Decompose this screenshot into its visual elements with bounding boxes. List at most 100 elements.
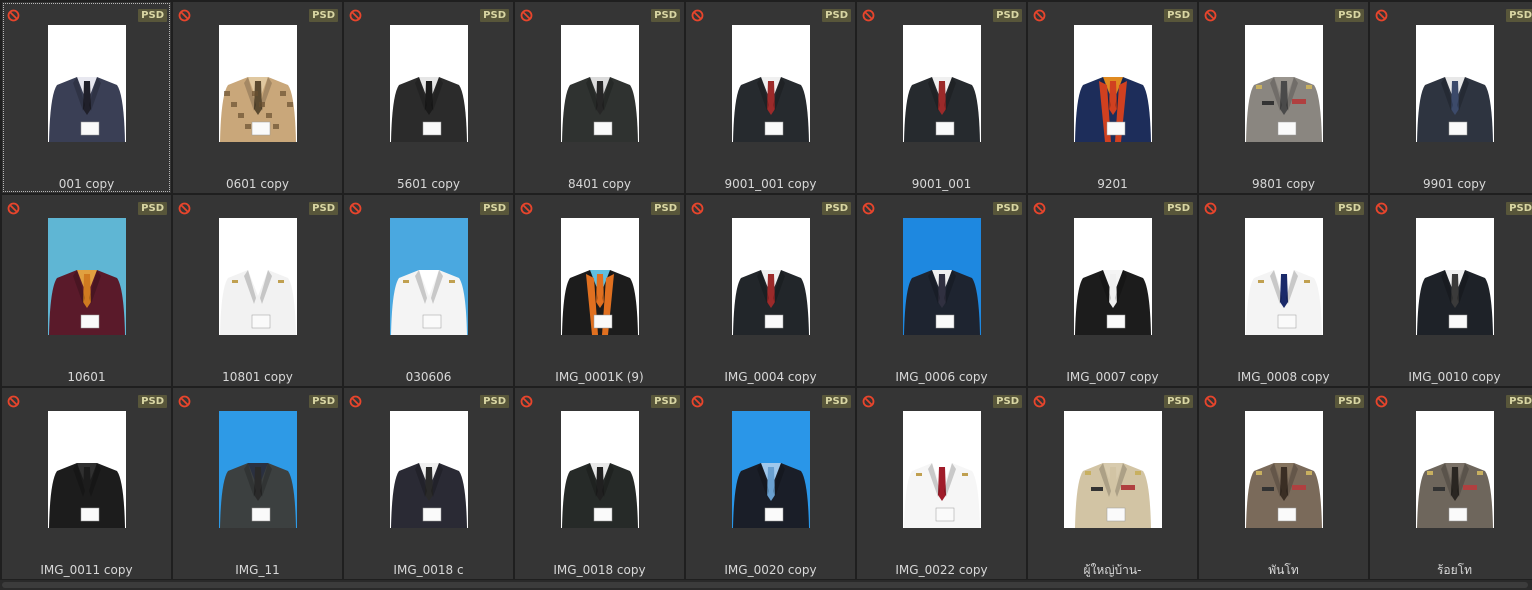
suit-template-image xyxy=(1415,25,1494,142)
thumbnail-image[interactable] xyxy=(560,411,639,528)
suit-template-image xyxy=(389,218,468,335)
thumbnail-image[interactable] xyxy=(389,218,468,335)
no-sync-icon xyxy=(520,9,533,22)
thumbnail-image[interactable] xyxy=(731,25,810,142)
no-sync-icon xyxy=(1204,202,1217,215)
thumbnail-image[interactable] xyxy=(902,25,981,142)
file-type-badge: PSD xyxy=(309,202,338,215)
suit-template-image xyxy=(1244,411,1323,528)
file-type-badge: PSD xyxy=(651,395,680,408)
no-sync-icon xyxy=(862,202,875,215)
file-name-label: IMG_0008 copy xyxy=(1237,370,1330,384)
thumbnail-image[interactable] xyxy=(389,25,468,142)
thumbnail-item[interactable]: PSD 0601 copy xyxy=(173,2,342,193)
thumbnail-item[interactable]: PSD 030606 xyxy=(344,195,513,386)
no-sync-icon xyxy=(862,395,875,408)
thumbnail-image[interactable] xyxy=(1244,218,1323,335)
thumbnail-item[interactable]: PSD 001 copy xyxy=(2,2,171,193)
file-name-label: 8401 copy xyxy=(567,177,631,191)
thumbnail-image[interactable] xyxy=(1415,218,1494,335)
thumbnail-item[interactable]: PSD IMG_0004 copy xyxy=(686,195,855,386)
thumbnail-item[interactable]: PSD พันโท xyxy=(1199,388,1368,579)
thumbnail-item[interactable]: PSD IMG_0001K (9) xyxy=(515,195,684,386)
thumbnail-row: PSD IMG_0011 copy PSD IMG_11 PSD IMG_0018 c PS… xyxy=(0,388,1532,579)
thumbnail-image[interactable] xyxy=(902,218,981,335)
thumbnail-item[interactable]: PSD IMG_0007 copy xyxy=(1028,195,1197,386)
suit-template-image xyxy=(47,411,126,528)
no-sync-icon xyxy=(178,202,191,215)
file-type-badge: PSD xyxy=(480,9,509,22)
file-type-badge: PSD xyxy=(1335,395,1364,408)
thumbnail-item[interactable]: PSD IMG_0011 copy xyxy=(2,388,171,579)
thumbnail-image[interactable] xyxy=(560,218,639,335)
thumbnail-item[interactable]: PSD 9001_001 xyxy=(857,2,1026,193)
thumbnail-item[interactable]: PSD 10801 copy xyxy=(173,195,342,386)
thumbnail-row: PSD 001 copy PSD 0601 copy PSD 5601 copy PSD 84… xyxy=(0,2,1532,193)
thumbnail-image[interactable] xyxy=(1073,218,1152,335)
suit-template-image xyxy=(218,411,297,528)
thumbnail-image[interactable] xyxy=(47,411,126,528)
file-name-label: 9001_001 copy xyxy=(724,177,817,191)
thumbnail-item[interactable]: PSD IMG_0006 copy xyxy=(857,195,1026,386)
thumbnail-item[interactable]: PSD IMG_0018 c xyxy=(344,388,513,579)
thumbnail-grid: PSD 001 copy PSD 0601 copy PSD 5601 copy PSD 84… xyxy=(0,0,1532,580)
thumbnail-image[interactable] xyxy=(218,25,297,142)
thumbnail-item[interactable]: PSD ผู้ใหญ่บ้าน- xyxy=(1028,388,1197,579)
thumbnail-item[interactable]: PSD 10601 xyxy=(2,195,171,386)
thumbnail-image[interactable] xyxy=(218,411,297,528)
suit-template-image xyxy=(1415,411,1494,528)
thumbnail-item[interactable]: PSD 9801 copy xyxy=(1199,2,1368,193)
file-type-badge: PSD xyxy=(1506,395,1532,408)
no-sync-icon xyxy=(862,9,875,22)
thumbnail-image[interactable] xyxy=(560,25,639,142)
file-type-badge: PSD xyxy=(822,202,851,215)
thumbnail-item[interactable]: PSD 5601 copy xyxy=(344,2,513,193)
thumbnail-image[interactable] xyxy=(1244,25,1323,142)
thumbnail-item[interactable]: PSD IMG_0022 copy xyxy=(857,388,1026,579)
suit-template-image xyxy=(560,411,639,528)
file-name-label: IMG_0018 copy xyxy=(553,563,646,577)
thumbnail-image[interactable] xyxy=(1244,411,1323,528)
suit-template-image xyxy=(1063,411,1162,528)
no-sync-icon xyxy=(1375,9,1388,22)
thumbnail-item[interactable]: PSD 9201 xyxy=(1028,2,1197,193)
thumbnail-image[interactable] xyxy=(218,218,297,335)
thumbnail-image[interactable] xyxy=(1073,25,1152,142)
file-type-badge: PSD xyxy=(822,9,851,22)
thumbnail-item[interactable]: PSD 9901 copy xyxy=(1370,2,1532,193)
thumbnail-image[interactable] xyxy=(731,411,810,528)
thumbnail-item[interactable]: PSD IMG_0020 copy xyxy=(686,388,855,579)
thumbnail-item[interactable]: PSD 8401 copy xyxy=(515,2,684,193)
thumbnail-item[interactable]: PSD IMG_0010 copy xyxy=(1370,195,1532,386)
suit-template-image xyxy=(902,218,981,335)
thumbnail-item[interactable]: PSD IMG_0008 copy xyxy=(1199,195,1368,386)
thumbnail-image[interactable] xyxy=(902,411,981,528)
thumbnail-image[interactable] xyxy=(1063,411,1162,528)
file-name-label: IMG_0020 copy xyxy=(724,563,817,577)
file-type-badge: PSD xyxy=(1335,9,1364,22)
file-type-badge: PSD xyxy=(1506,9,1532,22)
thumbnail-image[interactable] xyxy=(1415,25,1494,142)
horizontal-scrollbar[interactable] xyxy=(0,580,1532,590)
thumbnail-image[interactable] xyxy=(1415,411,1494,528)
thumbnail-image[interactable] xyxy=(389,411,468,528)
thumbnail-image[interactable] xyxy=(47,218,126,335)
thumbnail-item[interactable]: PSD 9001_001 copy xyxy=(686,2,855,193)
file-name-label: 001 copy xyxy=(58,177,115,191)
thumbnail-image[interactable] xyxy=(731,218,810,335)
no-sync-icon xyxy=(520,395,533,408)
thumbnail-item[interactable]: PSD IMG_11 xyxy=(173,388,342,579)
no-sync-icon xyxy=(1375,202,1388,215)
scrollbar-thumb[interactable] xyxy=(2,582,1528,588)
suit-template-image xyxy=(47,218,126,335)
file-type-badge: PSD xyxy=(1335,202,1364,215)
thumbnail-image[interactable] xyxy=(47,25,126,142)
thumbnail-item[interactable]: PSD ร้อยโท xyxy=(1370,388,1532,579)
file-name-label: 0601 copy xyxy=(225,177,289,191)
thumbnail-item[interactable]: PSD IMG_0018 copy xyxy=(515,388,684,579)
file-type-badge: PSD xyxy=(1164,395,1193,408)
thumbnail-row: PSD 10601 PSD 10801 copy PSD 030606 PSD IMG_000… xyxy=(0,195,1532,386)
file-name-label: IMG_0007 copy xyxy=(1066,370,1159,384)
suit-template-image xyxy=(1415,218,1494,335)
file-name-label: IMG_0022 copy xyxy=(895,563,988,577)
